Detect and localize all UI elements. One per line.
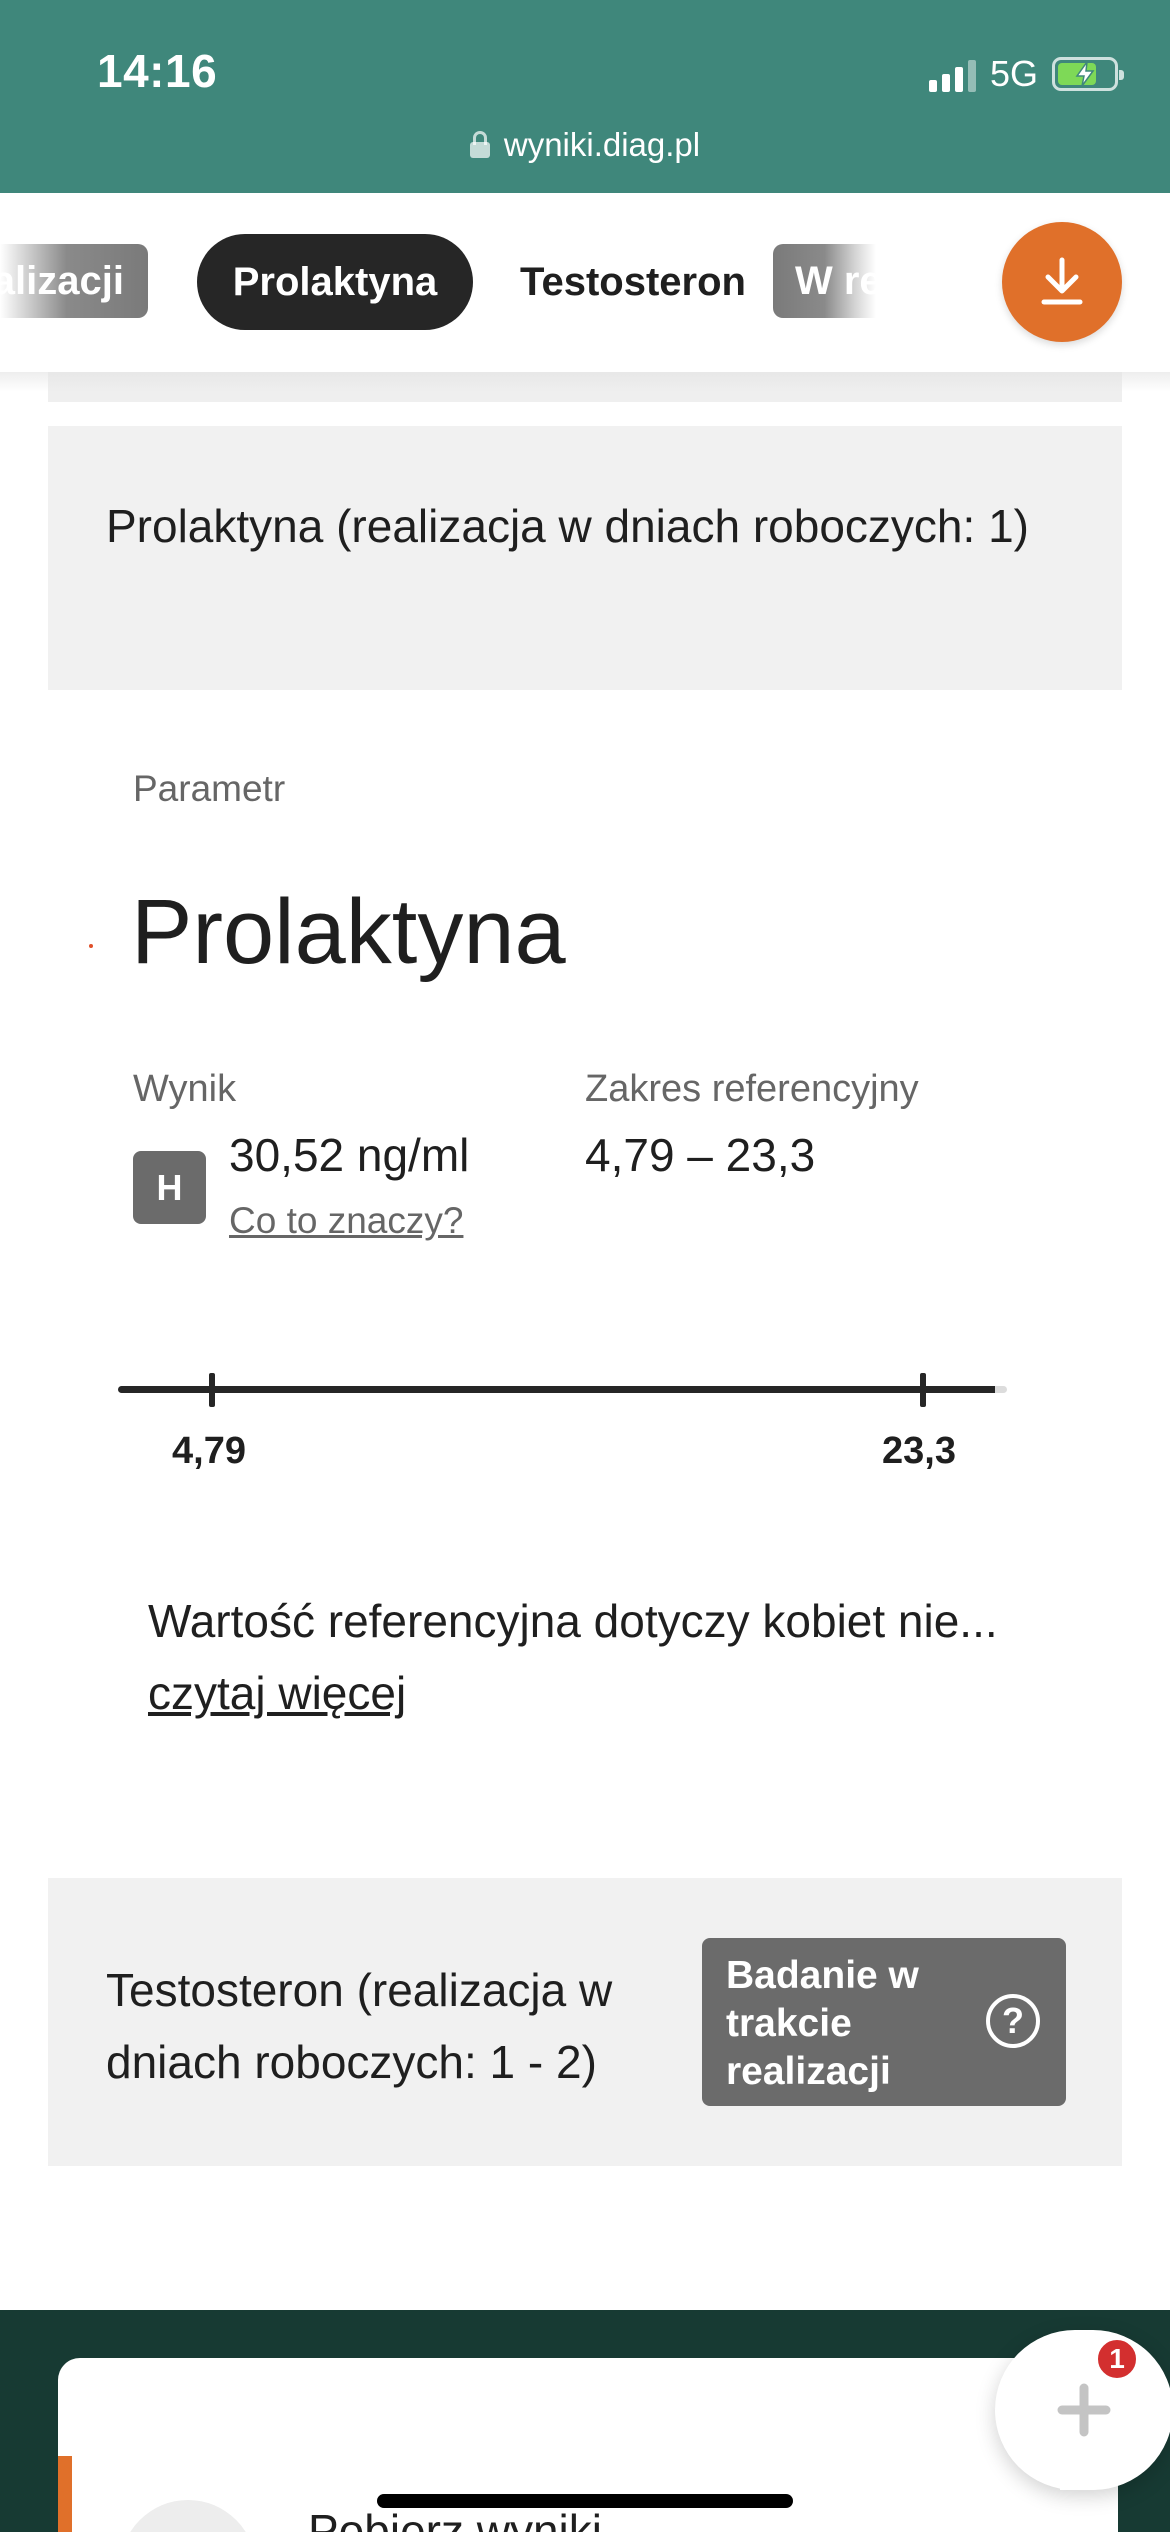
high-flag-badge: H: [133, 1151, 206, 1224]
reference-note: Wartość referencyjna dotyczy kobiet nie.…: [148, 1595, 998, 1647]
reference-range-bar: [118, 1386, 1004, 1393]
tab-testosteron[interactable]: Testosteron: [520, 234, 746, 330]
download-icon: [1041, 257, 1083, 305]
help-icon: ?: [986, 1994, 1040, 2048]
home-indicator: [377, 2494, 793, 2508]
battery-icon: [1052, 57, 1124, 91]
what-does-it-mean-link[interactable]: Co to znaczy?: [229, 1200, 463, 1242]
url-text: wyniki.diag.pl: [503, 126, 701, 163]
tabs-shadow: [0, 372, 1170, 392]
tab-previous[interactable]: alizacji: [0, 244, 148, 318]
status-button-label: Badanie w trakcie realizacji: [726, 1954, 919, 2093]
chat-bubble-tail: [1060, 2440, 1120, 2490]
parameter-label: Parametr: [133, 768, 286, 809]
tab-prolaktyna[interactable]: Prolaktyna: [197, 234, 473, 330]
content-card-bottom: [0, 2240, 1170, 2310]
parameter-name: Prolaktyna: [131, 881, 566, 983]
address-bar[interactable]: wyniki.diag.pl: [0, 126, 1170, 164]
signal-icon: [928, 56, 976, 92]
read-more-link[interactable]: czytaj więcej: [148, 1666, 406, 1720]
result-label: Wynik: [133, 1068, 237, 1110]
range-bar-end: [995, 1386, 1007, 1393]
range-max-label: 23,3: [882, 1430, 956, 1472]
result-value: 30,52 ng/ml: [229, 1129, 470, 1181]
reference-label: Zakres referencyjny: [585, 1068, 919, 1110]
range-max-tick: [920, 1373, 926, 1407]
section-header-prolaktyna: Prolaktyna (realizacja w dniach roboczyc…: [48, 426, 1122, 690]
range-min-tick: [209, 1373, 215, 1407]
plus-icon: [1057, 2383, 1111, 2437]
status-indicators: 5G: [928, 52, 1124, 96]
section-header-testosteron: Testosteron (realizacja w dniach roboczy…: [106, 1964, 613, 2088]
marker-dot: [89, 944, 93, 948]
network-type: 5G: [989, 53, 1038, 94]
status-bar: 14:16 5G wyniki.diag.pl: [0, 0, 1170, 193]
tab-next[interactable]: W re: [773, 244, 876, 318]
in-progress-status-button[interactable]: Badanie w trakcie realizacji ?: [702, 1938, 1066, 2106]
card-accent-bar: [58, 2456, 72, 2532]
section-testosteron: Testosteron (realizacja w dniach roboczy…: [48, 1878, 1122, 2166]
notification-badge: 1: [1094, 2336, 1140, 2382]
range-min-label: 4,79: [172, 1430, 246, 1472]
card-title: Pobierz wyniki: [308, 2505, 602, 2532]
download-button[interactable]: [1002, 222, 1122, 342]
page: 14:16 5G wyniki.diag.pl alizacji Prolakt…: [0, 0, 1170, 2532]
reference-value: 4,79 – 23,3: [585, 1129, 816, 1181]
lock-icon: [469, 131, 490, 159]
status-time: 14:16: [97, 45, 218, 97]
